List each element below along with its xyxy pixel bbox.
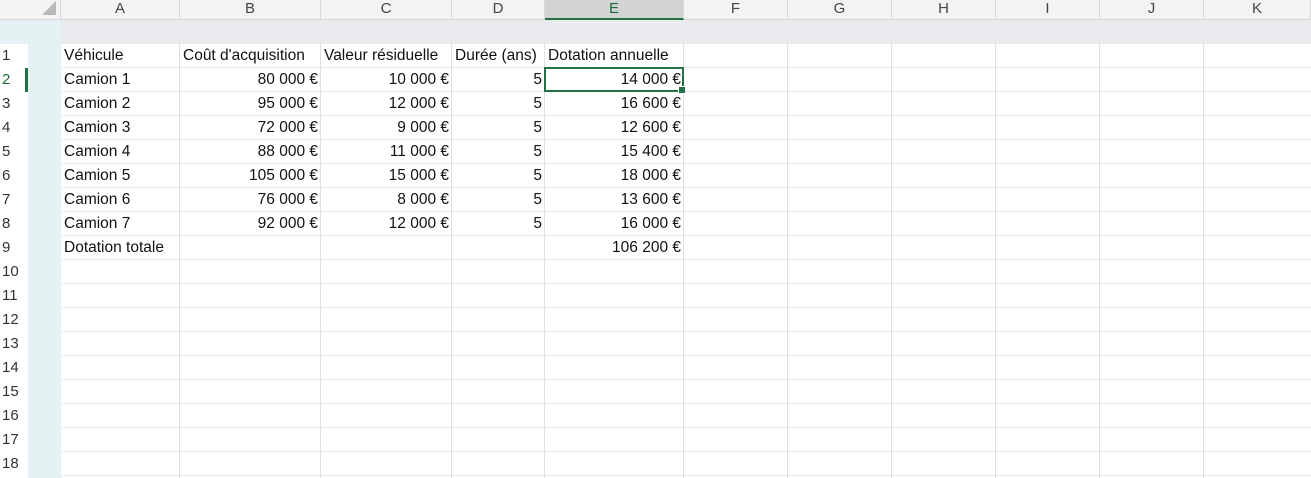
row-header-4[interactable]: 4 xyxy=(0,116,28,140)
cell-b3[interactable]: 95 000 € xyxy=(180,92,321,116)
cell-b6[interactable]: 105 000 € xyxy=(180,164,321,188)
cell-e9[interactable]: 106 200 € xyxy=(545,236,684,260)
cell-d3[interactable]: 5 xyxy=(452,92,545,116)
column-header-g[interactable]: G xyxy=(788,0,892,20)
cell-b4[interactable]: 72 000 € xyxy=(180,116,321,140)
gridline-horizontal xyxy=(61,403,1311,404)
cell-c5[interactable]: 11 000 € xyxy=(321,140,452,164)
column-header-b[interactable]: B xyxy=(180,0,321,20)
gridline-horizontal xyxy=(61,307,1311,308)
cell-e5[interactable]: 15 400 € xyxy=(545,140,684,164)
row-header-9[interactable]: 9 xyxy=(0,236,28,260)
gridline-horizontal xyxy=(61,427,1311,428)
cell-a3[interactable]: Camion 2 xyxy=(61,92,180,116)
row-header-2[interactable]: 2 xyxy=(0,68,28,92)
column-header-k[interactable]: K xyxy=(1204,0,1311,20)
gridline-vertical xyxy=(891,44,892,478)
cell-d7[interactable]: 5 xyxy=(452,188,545,212)
cell-e1[interactable]: Dotation annuelle xyxy=(545,44,684,68)
cell-c4[interactable]: 9 000 € xyxy=(321,116,452,140)
gridline-vertical xyxy=(787,44,788,478)
cell-d6[interactable]: 5 xyxy=(452,164,545,188)
row-header-12[interactable]: 12 xyxy=(0,308,28,332)
gridline-horizontal xyxy=(61,355,1311,356)
cell-e4[interactable]: 12 600 € xyxy=(545,116,684,140)
column-header-i[interactable]: I xyxy=(996,0,1100,20)
row-header-11[interactable]: 11 xyxy=(0,284,28,308)
cell-a2[interactable]: Camion 1 xyxy=(61,68,180,92)
cell-c3[interactable]: 12 000 € xyxy=(321,92,452,116)
cell-c7[interactable]: 8 000 € xyxy=(321,188,452,212)
active-cell-selection[interactable] xyxy=(544,67,686,94)
gridline-horizontal xyxy=(61,475,1311,476)
cell-b5[interactable]: 88 000 € xyxy=(180,140,321,164)
row-header-3[interactable]: 3 xyxy=(0,92,28,116)
cell-b8[interactable]: 92 000 € xyxy=(180,212,321,236)
cell-c2[interactable]: 10 000 € xyxy=(321,68,452,92)
row-header-18[interactable]: 18 xyxy=(0,452,28,476)
cell-e7[interactable]: 13 600 € xyxy=(545,188,684,212)
cell-a4[interactable]: Camion 3 xyxy=(61,116,180,140)
gridline-horizontal xyxy=(61,451,1311,452)
gridline-vertical xyxy=(1203,44,1204,478)
cell-e6[interactable]: 18 000 € xyxy=(545,164,684,188)
row-header-5[interactable]: 5 xyxy=(0,140,28,164)
gridline-horizontal xyxy=(61,283,1311,284)
cell-c8[interactable]: 12 000 € xyxy=(321,212,452,236)
cell-e3[interactable]: 16 600 € xyxy=(545,92,684,116)
cell-a1[interactable]: Véhicule xyxy=(61,44,180,68)
cell-d4[interactable]: 5 xyxy=(452,116,545,140)
cell-b7[interactable]: 76 000 € xyxy=(180,188,321,212)
column-header-d[interactable]: D xyxy=(452,0,545,20)
row-header-1[interactable]: 1 xyxy=(0,44,28,68)
row-header-16[interactable]: 16 xyxy=(0,404,28,428)
row-header-13[interactable]: 13 xyxy=(0,332,28,356)
cell-d8[interactable]: 5 xyxy=(452,212,545,236)
cell-e8[interactable]: 16 000 € xyxy=(545,212,684,236)
column-header-j[interactable]: J xyxy=(1100,0,1204,20)
cell-b2[interactable]: 80 000 € xyxy=(180,68,321,92)
row-header-10[interactable]: 10 xyxy=(0,260,28,284)
gridline-vertical xyxy=(995,44,996,478)
cell-d5[interactable]: 5 xyxy=(452,140,545,164)
gridline-horizontal xyxy=(61,331,1311,332)
cell-a6[interactable]: Camion 5 xyxy=(61,164,180,188)
row-header-6[interactable]: 6 xyxy=(0,164,28,188)
gridline-vertical xyxy=(1099,44,1100,478)
cell-a8[interactable]: Camion 7 xyxy=(61,212,180,236)
cell-a9[interactable]: Dotation totale xyxy=(61,236,180,260)
column-header-a[interactable]: A xyxy=(61,0,180,20)
cell-a7[interactable]: Camion 6 xyxy=(61,188,180,212)
column-header-c[interactable]: C xyxy=(321,0,452,20)
select-all-button[interactable] xyxy=(0,0,61,20)
fill-handle[interactable] xyxy=(678,86,686,94)
column-header-h[interactable]: H xyxy=(892,0,996,20)
column-header-f[interactable]: F xyxy=(684,0,788,20)
select-all-triangle-icon xyxy=(42,1,56,15)
row-header-17[interactable]: 17 xyxy=(0,428,28,452)
row-header-15[interactable]: 15 xyxy=(0,380,28,404)
cell-grid[interactable]: Véhicule Coût d'acquisition Valeur résidue… xyxy=(61,44,1311,478)
row-header-8[interactable]: 8 xyxy=(0,212,28,236)
cell-a5[interactable]: Camion 4 xyxy=(61,140,180,164)
cell-c1[interactable]: Valeur résiduelle xyxy=(321,44,452,68)
row-header-7[interactable]: 7 xyxy=(0,188,28,212)
column-header-bar: ABCDEFGHIJK xyxy=(61,0,1311,20)
cell-c6[interactable]: 15 000 € xyxy=(321,164,452,188)
cell-d1[interactable]: Durée (ans) xyxy=(452,44,545,68)
cell-d2[interactable]: 5 xyxy=(452,68,545,92)
spreadsheet: ABCDEFGHIJK 1 2 3 4 5 6 7 8 9 10 11 12 13 14 15 16 17 18 … xyxy=(0,0,1311,478)
cell-b1[interactable]: Coût d'acquisition xyxy=(180,44,321,68)
row-header-14[interactable]: 14 xyxy=(0,356,28,380)
row-header-bar: 1 2 3 4 5 6 7 8 9 10 11 12 13 14 15 16 17 18 xyxy=(0,20,61,478)
header-band xyxy=(61,20,1311,44)
gridline-horizontal xyxy=(61,259,1311,260)
gridline-horizontal xyxy=(61,379,1311,380)
column-header-e[interactable]: E xyxy=(545,0,684,20)
